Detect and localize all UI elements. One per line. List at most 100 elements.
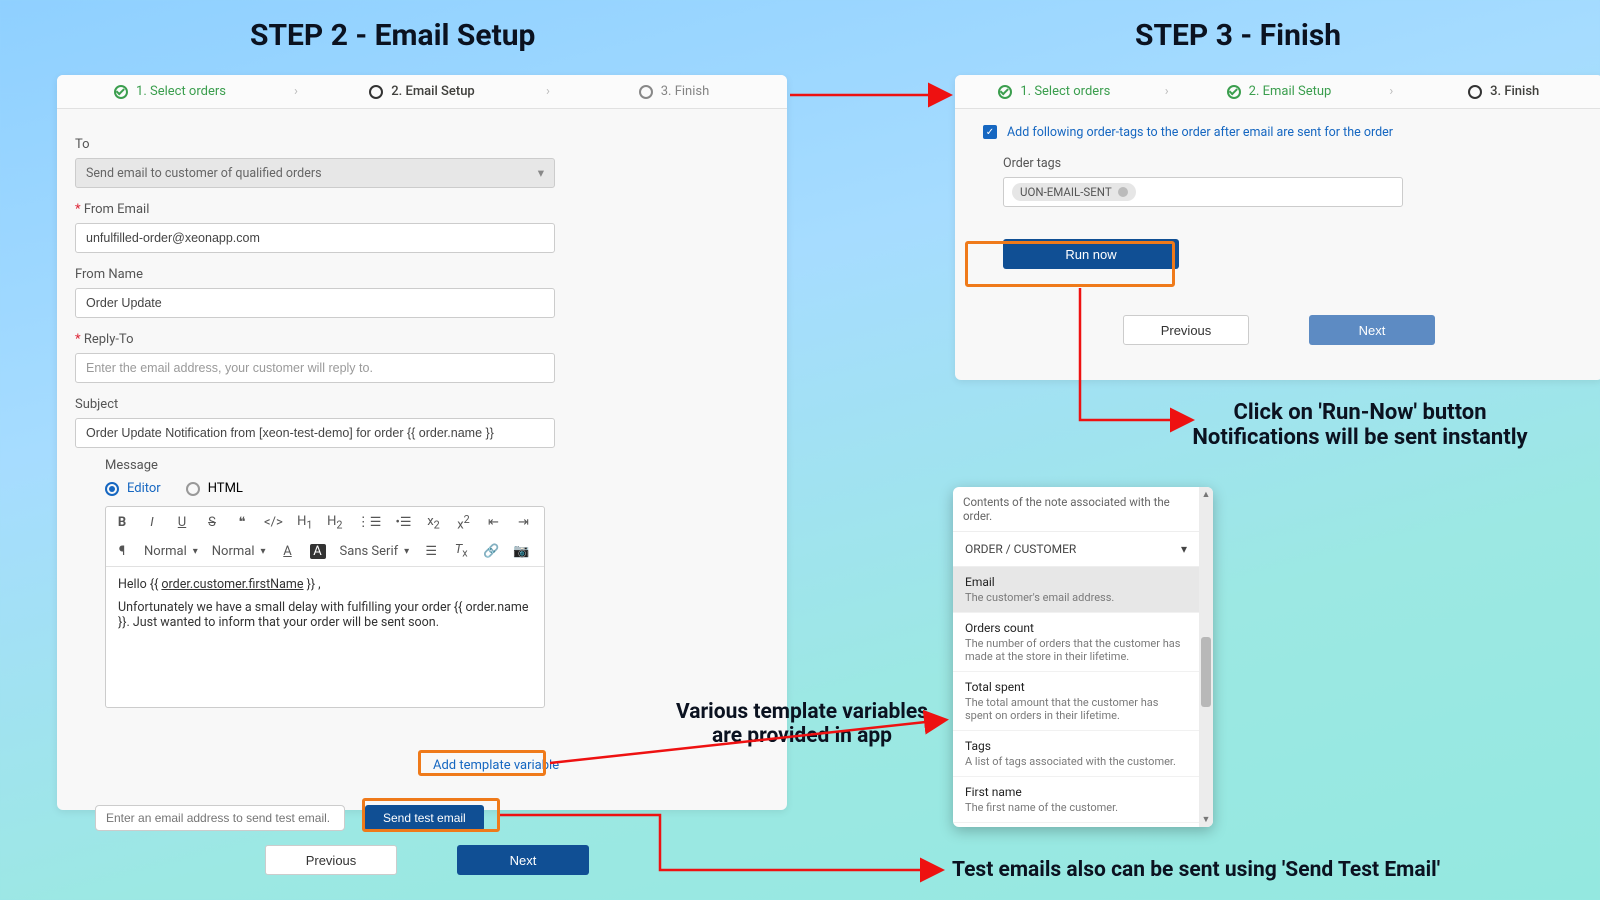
from-email-label: From Email [75, 202, 769, 217]
radio-editor-label: Editor [127, 481, 161, 496]
finish-form: ✓ Add following order-tags to the order … [955, 109, 1600, 361]
italic-icon[interactable]: I [144, 515, 160, 530]
clear-format-icon[interactable]: Tx [453, 542, 469, 560]
scroll-thumb[interactable] [1201, 637, 1211, 707]
outdent-icon[interactable]: ⇤ [485, 515, 501, 530]
template-variable-popover: Contents of the note associated with the… [953, 487, 1213, 827]
to-select[interactable]: Send email to customer of qualified orde… [75, 158, 555, 188]
subscript-icon[interactable]: x2 [425, 514, 441, 532]
check-icon [1227, 85, 1241, 99]
remove-tag-icon[interactable] [1118, 187, 1128, 197]
tag-chip[interactable]: UON-EMAIL-SENT [1012, 183, 1136, 201]
block-format-select[interactable]: Normal▾ [144, 544, 198, 559]
indent-icon[interactable]: ⇥ [515, 515, 531, 530]
check-icon [114, 85, 128, 99]
to-label: To [75, 137, 769, 152]
popover-item[interactable]: Email The customer's email address. [953, 567, 1199, 613]
previous-button[interactable]: Previous [1123, 315, 1249, 345]
to-select-value: Send email to customer of qualified orde… [86, 166, 322, 181]
popover-note: Contents of the note associated with the… [953, 487, 1199, 531]
send-test-email-button[interactable]: Send test email [365, 805, 484, 831]
email-form: To Send email to customer of qualified o… [57, 109, 787, 708]
radio-icon [186, 482, 200, 496]
wizard-step-1[interactable]: 1. Select orders [57, 84, 283, 99]
message-label: Message [105, 458, 769, 473]
add-order-tags-checkbox-row[interactable]: ✓ Add following order-tags to the order … [983, 125, 1575, 140]
bg-color-icon[interactable]: A [310, 544, 326, 559]
wizard-step-2[interactable]: 2. Email Setup [309, 84, 535, 99]
bold-icon[interactable]: B [114, 515, 130, 530]
order-tags-label: Order tags [1003, 156, 1575, 171]
from-name-label: From Name [75, 267, 769, 282]
ordered-list-icon[interactable]: ⋮☰ [357, 515, 382, 530]
popover-item[interactable]: Total spent The total amount that the cu… [953, 672, 1199, 731]
editor-content[interactable]: Hello {{ order.customer.firstName }} , U… [106, 567, 544, 707]
step3-title: STEP 3 - Finish [1135, 18, 1341, 53]
run-now-button[interactable]: Run now [1003, 239, 1179, 269]
circle-icon [369, 85, 383, 99]
chevron-right-icon: › [1154, 84, 1180, 99]
font-select[interactable]: Sans Serif▾ [340, 544, 410, 559]
circle-icon [1468, 85, 1482, 99]
wizard-step-2-label: 2. Email Setup [391, 84, 474, 99]
wizard-steps-right: 1. Select orders › 2. Email Setup › 3. F… [955, 75, 1600, 109]
wizard-step-1-label: 1. Select orders [136, 84, 226, 99]
annotation-run-now: Click on 'Run-Now' button Notifications … [1150, 400, 1570, 450]
test-email-input[interactable] [95, 805, 345, 831]
h1-icon[interactable]: H1 [297, 514, 313, 532]
unordered-list-icon[interactable]: •☰ [395, 515, 411, 530]
quote-icon[interactable]: ❝ [234, 515, 250, 530]
add-template-variable-link[interactable]: Add template variable [425, 755, 567, 776]
popover-item[interactable]: Orders count The number of orders that t… [953, 613, 1199, 672]
next-button[interactable]: Next [457, 845, 589, 875]
pilcrow-icon[interactable]: ¶ [114, 544, 130, 559]
wizard-step-1[interactable]: 1. Select orders [955, 84, 1154, 99]
chevron-down-icon: ▾ [538, 165, 544, 181]
heading-select[interactable]: Normal▾ [212, 544, 266, 559]
scroll-down-icon[interactable]: ▼ [1199, 814, 1213, 825]
strike-icon[interactable]: S [204, 515, 220, 530]
wizard-step-3[interactable]: 3. Finish [561, 84, 787, 99]
chevron-down-icon: ▾ [1181, 542, 1187, 556]
popover-item[interactable]: First name The first name of the custome… [953, 777, 1199, 823]
radio-editor[interactable]: Editor [105, 481, 161, 496]
radio-html[interactable]: HTML [186, 481, 243, 496]
message-mode-radio-group: Editor HTML [105, 481, 769, 496]
rich-text-editor: B I U S ❝ </> H1 H2 ⋮☰ •☰ x2 x2 ⇤ ⇥ ¶ [105, 506, 545, 708]
nav-row: Previous Next [265, 845, 589, 875]
test-email-row: Send test email [95, 805, 484, 831]
next-button[interactable]: Next [1309, 315, 1435, 345]
h2-icon[interactable]: H2 [327, 514, 343, 532]
reply-to-label: Reply-To [75, 332, 769, 347]
code-icon[interactable]: </> [264, 515, 283, 530]
scroll-up-icon[interactable]: ▲ [1199, 489, 1213, 500]
order-tags-input[interactable]: UON-EMAIL-SENT [1003, 177, 1403, 207]
checkbox-checked-icon: ✓ [983, 125, 997, 139]
wizard-step-3[interactable]: 3. Finish [1404, 84, 1600, 99]
reply-to-input[interactable] [75, 353, 555, 383]
radio-icon [105, 482, 119, 496]
subject-input[interactable] [75, 418, 555, 448]
image-icon[interactable]: 📷 [513, 544, 529, 559]
from-name-input[interactable] [75, 288, 555, 318]
from-email-input[interactable] [75, 223, 555, 253]
text-color-icon[interactable]: A [280, 544, 296, 559]
superscript-icon[interactable]: x2 [455, 513, 471, 532]
align-icon[interactable]: ☰ [423, 544, 439, 559]
popover-scrollbar[interactable]: ▲ ▼ [1199, 487, 1213, 827]
underline-icon[interactable]: U [174, 515, 190, 530]
nav-row: Previous Next [983, 315, 1575, 345]
popover-item[interactable]: Tags A list of tags associated with the … [953, 731, 1199, 777]
radio-html-label: HTML [208, 481, 243, 496]
editor-toolbar: B I U S ❝ </> H1 H2 ⋮☰ •☰ x2 x2 ⇤ ⇥ ¶ [106, 507, 544, 567]
wizard-step-3-label: 3. Finish [661, 84, 710, 99]
chevron-right-icon: › [1378, 84, 1404, 99]
check-icon [998, 85, 1012, 99]
wizard-step-2[interactable]: 2. Email Setup [1180, 84, 1379, 99]
step2-title: STEP 2 - Email Setup [250, 18, 535, 53]
wizard-steps-left: 1. Select orders › 2. Email Setup › 3. F… [57, 75, 787, 109]
popover-section-header[interactable]: ORDER / CUSTOMER ▾ [953, 531, 1199, 567]
add-order-tags-label: Add following order-tags to the order af… [1007, 125, 1393, 140]
previous-button[interactable]: Previous [265, 845, 397, 875]
link-icon[interactable]: 🔗 [483, 544, 499, 559]
